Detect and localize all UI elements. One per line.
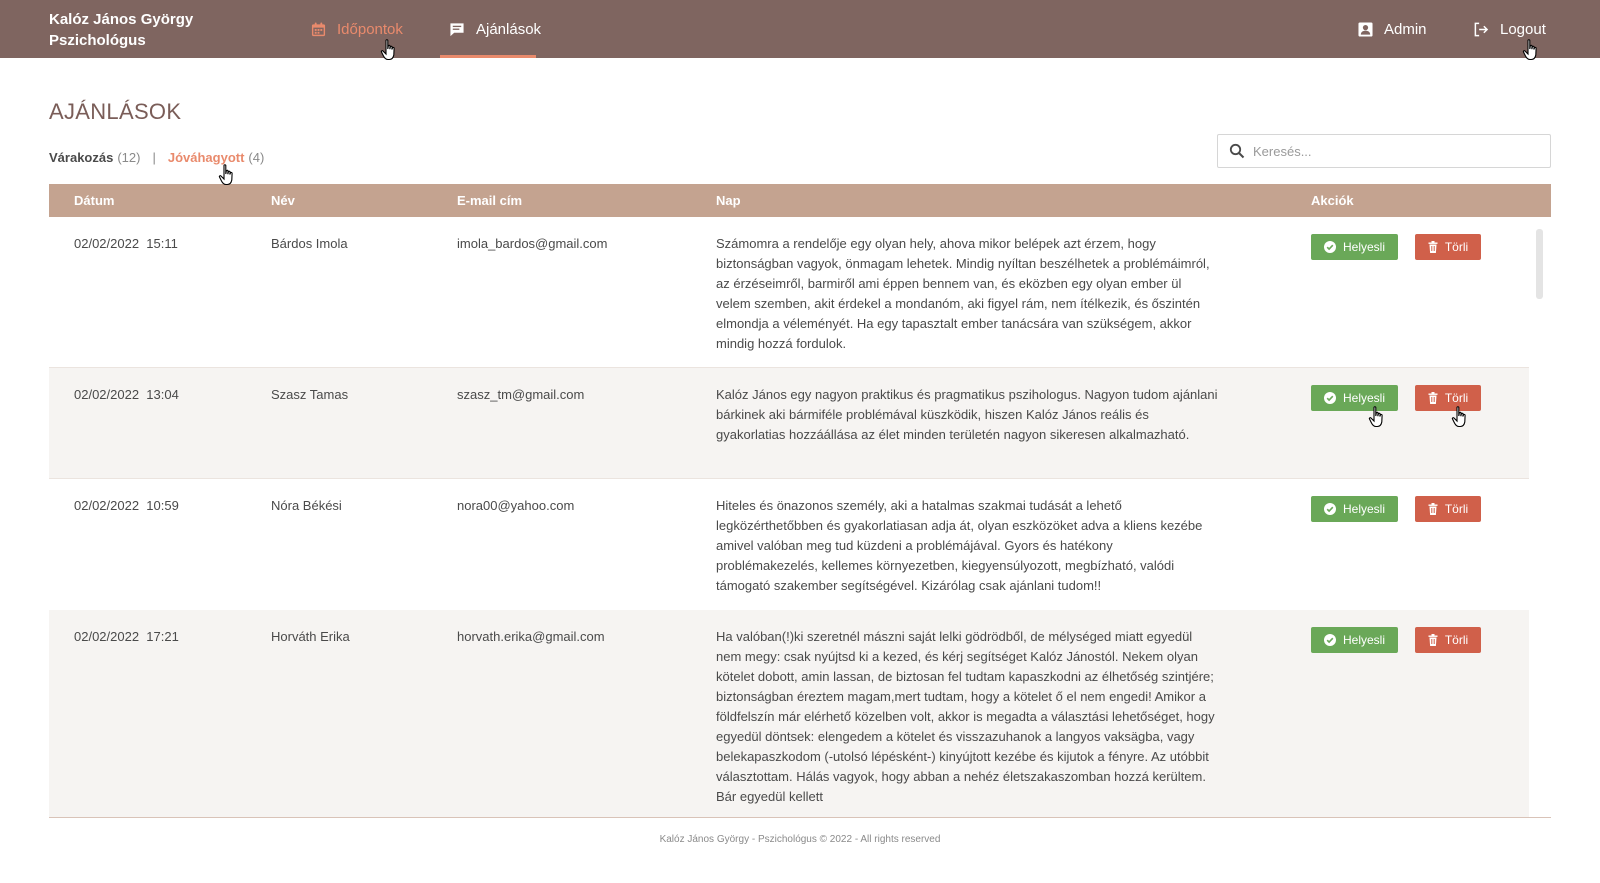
row-name: Bárdos Imola — [271, 236, 348, 251]
user-icon — [1358, 21, 1373, 37]
logout-icon — [1474, 22, 1489, 36]
filter-approved-count: (4) — [248, 150, 265, 165]
row-email: nora00@yahoo.com — [457, 498, 575, 513]
table-header: Dátum Név E-mail cím Nap Akciók — [49, 184, 1551, 217]
check-circle-icon — [1323, 634, 1336, 646]
row-email: horvath.erika@gmail.com — [457, 629, 605, 644]
approve-button[interactable]: Helyesli — [1311, 496, 1398, 522]
filter-waiting[interactable]: Várakozás (12) — [49, 150, 140, 165]
search-input[interactable] — [1253, 143, 1533, 159]
trash-icon — [1428, 392, 1438, 404]
column-header-date[interactable]: Dátum — [74, 193, 114, 208]
row-name: Nóra Békési — [271, 498, 342, 513]
search-icon — [1229, 143, 1245, 159]
approve-button[interactable]: Helyesli — [1311, 234, 1398, 260]
delete-button-label: Törli — [1444, 391, 1469, 405]
approve-button-label: Helyesli — [1342, 502, 1385, 516]
hand-cursor-icon — [380, 39, 395, 61]
delete-button[interactable]: Törli — [1415, 627, 1481, 653]
approve-button-label: Helyesli — [1342, 633, 1385, 647]
hand-cursor-icon — [1522, 39, 1537, 61]
row-date: 02/02/2022 15:11 — [74, 236, 178, 251]
row-email: imola_bardos@gmail.com — [457, 236, 608, 251]
check-circle-icon — [1323, 241, 1336, 253]
hand-cursor-icon — [1451, 406, 1466, 428]
table-row: 02/02/2022 13:04 Szasz Tamas szasz_tm@gm… — [49, 368, 1529, 479]
trash-icon — [1428, 241, 1438, 253]
active-tab-indicator — [440, 55, 536, 58]
table-body[interactable]: 02/02/2022 15:11 Bárdos Imola imola_bard… — [49, 217, 1551, 818]
hand-cursor-icon — [1368, 406, 1383, 428]
nav-ajanlasok-label: Ajánlások — [476, 20, 542, 38]
trash-icon — [1428, 503, 1438, 515]
row-recommendation-text: Ha valóban(!)ki szeretnél mászni saját l… — [716, 629, 1215, 804]
trash-icon — [1428, 634, 1438, 646]
brand[interactable]: Kalóz János György Pszichológus — [49, 9, 249, 51]
row-date: 02/02/2022 17:21 — [74, 629, 179, 644]
row-date: 02/02/2022 13:04 — [74, 387, 179, 402]
row-name: Szasz Tamas — [271, 387, 349, 402]
filter-approved[interactable]: Jóváhagyott (4) — [168, 150, 264, 165]
check-circle-icon — [1323, 503, 1336, 515]
filter-separator: | — [152, 150, 156, 165]
table-row: 02/02/2022 15:11 Bárdos Imola imola_bard… — [49, 217, 1529, 368]
search-box — [1217, 134, 1551, 168]
filter-waiting-label: Várakozás — [49, 150, 114, 165]
delete-button[interactable]: Törli — [1415, 234, 1481, 260]
nav-idopontok-label: Időpontok — [337, 20, 403, 38]
nav-ajanlasok[interactable]: Ajánlások — [440, 0, 542, 58]
top-navbar: Kalóz János György Pszichológus Időponto… — [0, 0, 1600, 58]
brand-subtitle: Pszichológus — [49, 32, 146, 49]
table-row: 02/02/2022 17:21 Horváth Erika horvath.e… — [49, 610, 1529, 817]
comment-icon — [450, 22, 464, 36]
row-recommendation-text: Kalóz János egy nagyon praktikus és prag… — [716, 387, 1218, 442]
delete-button-label: Törli — [1444, 240, 1469, 254]
table-scrollbar[interactable] — [1536, 229, 1543, 299]
filter-waiting-count: (12) — [117, 150, 141, 165]
footer-copyright: Kalóz János György - Pszichológus © 2022… — [659, 834, 941, 845]
row-date: 02/02/2022 10:59 — [74, 498, 179, 513]
row-name: Horváth Erika — [271, 629, 350, 644]
row-recommendation-text: Számomra a rendelője egy olyan hely, aho… — [716, 236, 1210, 351]
delete-button-label: Törli — [1444, 633, 1469, 647]
nav-logout-label: Logout — [1500, 20, 1546, 38]
approve-button-label: Helyesli — [1342, 240, 1385, 254]
approve-button-label: Helyesli — [1342, 391, 1385, 405]
hand-cursor-icon — [218, 164, 233, 186]
brand-name: Kalóz János György — [49, 11, 194, 28]
column-header-name[interactable]: Név — [271, 193, 295, 208]
approve-button[interactable]: Helyesli — [1311, 627, 1398, 653]
delete-button[interactable]: Törli — [1415, 496, 1481, 522]
row-email: szasz_tm@gmail.com — [457, 387, 585, 402]
column-header-email[interactable]: E-mail cím — [457, 193, 522, 208]
row-recommendation-text: Hiteles és önazonos személy, aki a hatal… — [716, 498, 1203, 593]
calendar-icon — [311, 21, 326, 36]
nav-admin[interactable]: Admin — [1358, 0, 1427, 58]
check-circle-icon — [1323, 392, 1336, 404]
table-row: 02/02/2022 10:59 Nóra Békési nora00@yaho… — [49, 479, 1529, 610]
delete-button-label: Törli — [1444, 502, 1469, 516]
page-title: AJÁNLÁSOK — [49, 99, 182, 124]
column-header-nap[interactable]: Nap — [716, 193, 741, 208]
nav-admin-label: Admin — [1384, 20, 1427, 38]
delete-button[interactable]: Törli — [1415, 385, 1481, 411]
column-header-actions: Akciók — [1311, 193, 1354, 208]
